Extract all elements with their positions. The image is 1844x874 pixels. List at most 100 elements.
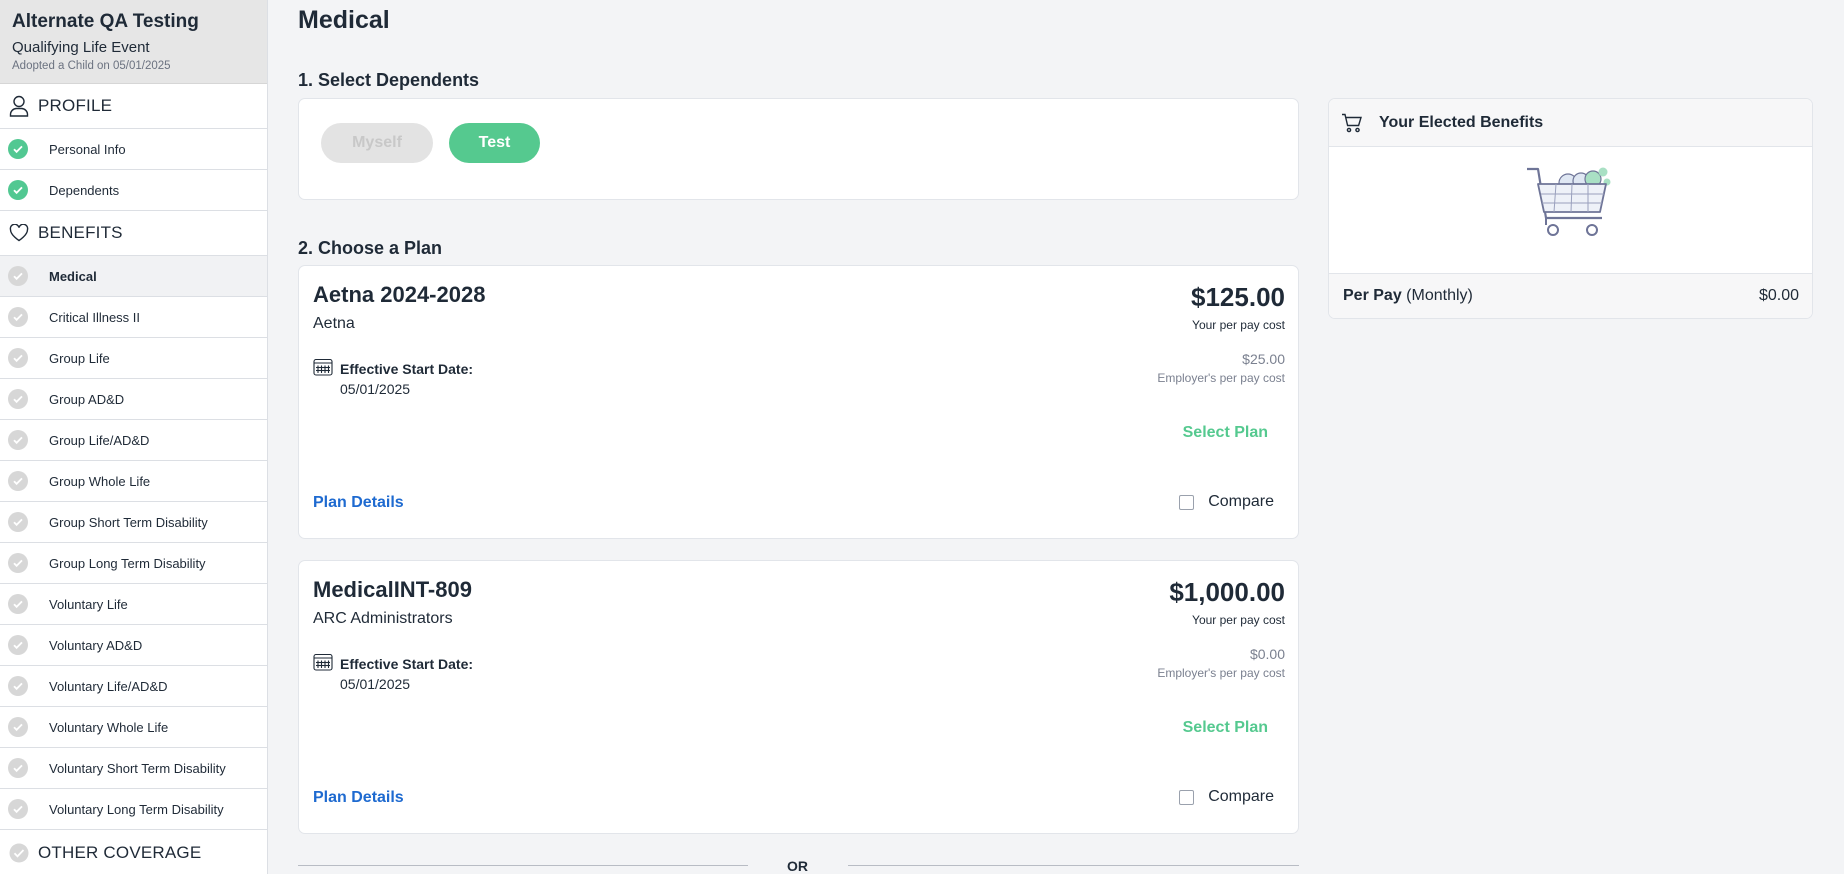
sidebar-item-group-life[interactable]: Group Life xyxy=(0,338,267,379)
check-icon xyxy=(8,266,28,286)
sidebar-item-label: Critical Illness II xyxy=(49,309,141,325)
compare-label: Compare xyxy=(1208,788,1274,805)
check-icon xyxy=(8,553,28,573)
sidebar-item-label: Voluntary Short Term Disability xyxy=(49,760,226,776)
elected-benefits-panel: Your Elected Benefits Per Pay (Monthly) … xyxy=(1328,98,1813,319)
per-pay-label: Per Pay (Monthly) xyxy=(1343,287,1473,305)
sidebar-item-voluntary-ltd[interactable]: Voluntary Long Term Disability xyxy=(0,789,267,830)
dependents-card: Myself Test xyxy=(298,98,1299,200)
compare-label: Compare xyxy=(1208,493,1274,510)
sidebar-section-benefits: BENEFITS xyxy=(0,211,267,256)
divider-line xyxy=(848,865,1299,866)
plan-name: Aetna 2024-2028 xyxy=(313,282,486,307)
plan-price: $125.00 xyxy=(1191,282,1285,312)
employer-price: $0.00 xyxy=(1249,646,1285,662)
sidebar-item-group-whole-life[interactable]: Group Whole Life xyxy=(0,461,267,502)
sidebar-item-label: Voluntary Life/AD&D xyxy=(49,678,168,694)
or-divider: OR xyxy=(298,856,1299,874)
sidebar-item-label: Voluntary Whole Life xyxy=(49,719,169,735)
sidebar-header: Alternate QA Testing Qualifying Life Eve… xyxy=(0,0,267,84)
check-icon xyxy=(8,348,28,368)
life-event-subtitle: Adopted a Child on 05/01/2025 xyxy=(12,60,171,72)
sidebar-section-label: BENEFITS xyxy=(38,223,123,242)
check-icon xyxy=(8,389,28,409)
sidebar-item-label: Voluntary AD&D xyxy=(49,637,143,653)
check-circle-icon xyxy=(8,842,30,864)
per-pay-amount: $0.00 xyxy=(1758,287,1799,304)
person-icon xyxy=(8,95,30,117)
empty-cart-illustration xyxy=(1329,147,1812,274)
sidebar-item-voluntary-life-add[interactable]: Voluntary Life/AD&D xyxy=(0,666,267,707)
plan-price-label: Your per pay cost xyxy=(1192,613,1285,627)
sidebar: Alternate QA Testing Qualifying Life Eve… xyxy=(0,0,268,874)
sidebar-item-voluntary-std[interactable]: Voluntary Short Term Disability xyxy=(0,748,267,789)
sidebar-item-label: Group Whole Life xyxy=(49,473,151,489)
sidebar-item-label: Voluntary Long Term Disability xyxy=(49,801,224,817)
sidebar-item-label: Group Life xyxy=(49,350,110,366)
check-icon xyxy=(8,676,28,696)
plan-details-link[interactable]: Plan Details xyxy=(313,494,404,512)
employer-price: $25.00 xyxy=(1242,351,1285,367)
check-icon xyxy=(8,139,28,159)
employer-price-label: Employer's per pay cost xyxy=(1157,666,1285,680)
sidebar-item-personal-info[interactable]: Personal Info xyxy=(0,129,267,170)
check-icon xyxy=(8,307,28,327)
check-icon xyxy=(8,471,28,491)
cart-icon xyxy=(1341,113,1363,133)
effective-date: 05/01/2025 xyxy=(340,676,411,692)
elected-benefits-header: Your Elected Benefits xyxy=(1329,99,1812,147)
sidebar-item-medical[interactable]: Medical xyxy=(0,256,267,297)
plan-card: Aetna 2024-2028 Aetna $125.00 Your per p… xyxy=(298,265,1299,539)
elected-benefits-title: Your Elected Benefits xyxy=(1379,113,1544,131)
sidebar-section-label: OTHER COVERAGE xyxy=(38,842,202,862)
sidebar-item-label: Personal Info xyxy=(49,141,126,157)
effective-date: 05/01/2025 xyxy=(340,381,411,397)
per-pay-period: (Monthly) xyxy=(1406,287,1473,304)
calendar-icon xyxy=(313,358,333,376)
check-icon xyxy=(8,799,28,819)
check-icon xyxy=(8,594,28,614)
sidebar-item-voluntary-add[interactable]: Voluntary AD&D xyxy=(0,625,267,666)
dependent-toggle-test[interactable]: Test xyxy=(449,123,540,163)
company-name: Alternate QA Testing xyxy=(12,11,199,32)
plan-card: MedicalINT-809 ARC Administrators $1,000… xyxy=(298,560,1299,834)
sidebar-item-group-life-add[interactable]: Group Life/AD&D xyxy=(0,420,267,461)
or-label: OR xyxy=(787,858,808,874)
sidebar-item-dependents[interactable]: Dependents xyxy=(0,170,267,211)
plan-price: $1,000.00 xyxy=(1169,577,1285,607)
life-event-title: Qualifying Life Event xyxy=(12,39,150,56)
step-select-dependents-title: 1. Select Dependents xyxy=(298,70,480,90)
plan-details-link[interactable]: Plan Details xyxy=(313,789,404,807)
divider-line xyxy=(298,865,748,866)
effective-date-label: Effective Start Date: xyxy=(340,361,474,377)
checkbox-box[interactable] xyxy=(1179,494,1195,510)
sidebar-item-group-ltd[interactable]: Group Long Term Disability xyxy=(0,543,267,584)
check-icon xyxy=(8,635,28,655)
sidebar-item-voluntary-whole-life[interactable]: Voluntary Whole Life xyxy=(0,707,267,748)
sidebar-section-other-coverage: OTHER COVERAGE xyxy=(0,830,267,874)
sidebar-item-label: Group Long Term Disability xyxy=(49,555,206,571)
compare-checkbox[interactable]: Compare xyxy=(1179,788,1274,806)
sidebar-item-label: Medical xyxy=(49,268,97,284)
checkbox-box[interactable] xyxy=(1179,789,1195,805)
page-title: Medical xyxy=(298,6,390,34)
select-plan-button[interactable]: Select Plan xyxy=(1183,719,1268,737)
sidebar-section-profile: PROFILE xyxy=(0,84,267,129)
calendar-icon xyxy=(313,653,333,671)
sidebar-section-label: PROFILE xyxy=(38,96,113,115)
compare-checkbox[interactable]: Compare xyxy=(1179,493,1274,511)
plan-carrier: ARC Administrators xyxy=(313,610,453,627)
check-icon xyxy=(8,430,28,450)
sidebar-item-group-add[interactable]: Group AD&D xyxy=(0,379,267,420)
sidebar-item-label: Group AD&D xyxy=(49,391,125,407)
plan-price-label: Your per pay cost xyxy=(1192,318,1285,332)
check-icon xyxy=(8,758,28,778)
sidebar-item-critical-illness[interactable]: Critical Illness II xyxy=(0,297,267,338)
plan-carrier: Aetna xyxy=(313,315,355,332)
sidebar-item-group-std[interactable]: Group Short Term Disability xyxy=(0,502,267,543)
sidebar-item-voluntary-life[interactable]: Voluntary Life xyxy=(0,584,267,625)
shopping-cart-illustration-icon xyxy=(1527,167,1611,236)
dependent-toggle-myself[interactable]: Myself xyxy=(321,123,433,163)
select-plan-button[interactable]: Select Plan xyxy=(1183,424,1268,442)
sidebar-item-label: Group Life/AD&D xyxy=(49,432,150,448)
